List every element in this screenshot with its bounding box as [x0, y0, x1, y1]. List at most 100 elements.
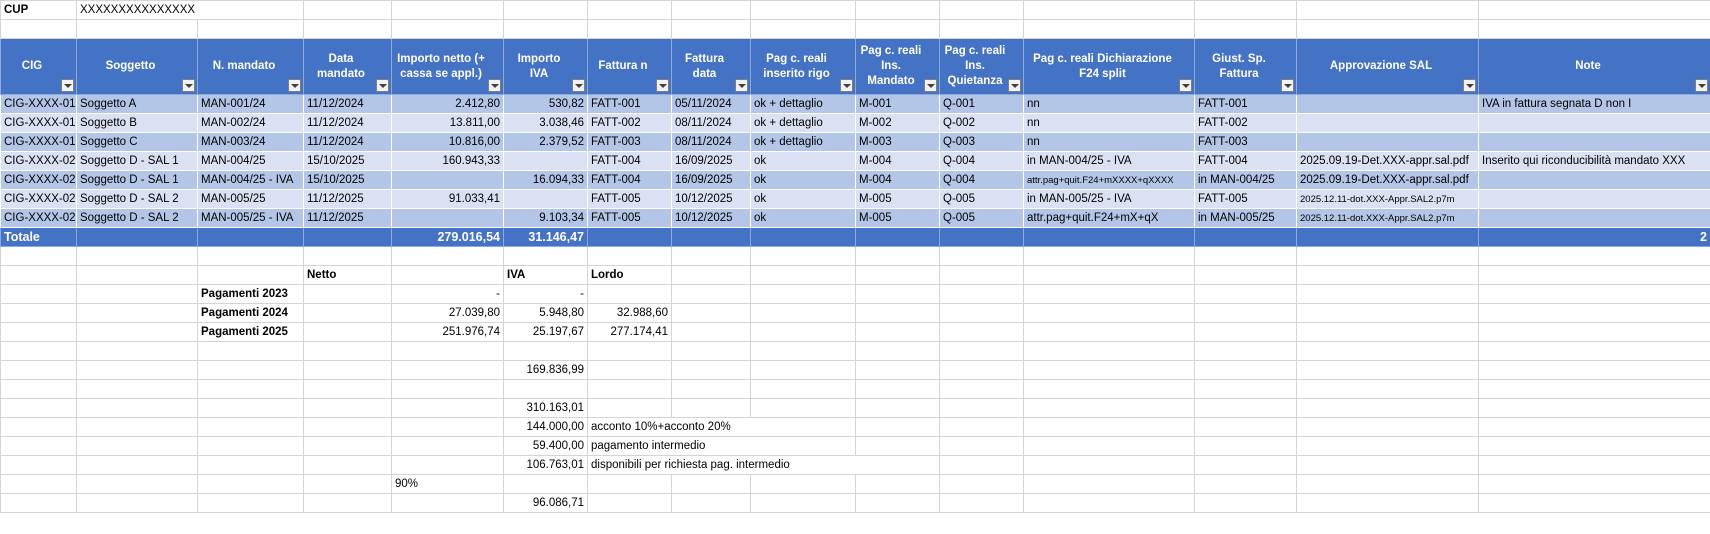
cell-netto[interactable] [391, 170, 504, 190]
cell-fattura[interactable]: FATT-004 [587, 170, 672, 190]
calc-text-5[interactable]: disponibili per richiesta pag. intermedi… [587, 455, 940, 475]
cell-fattura-data[interactable]: 10/12/2025 [671, 189, 751, 209]
cell-f24[interactable]: in MAN-005/25 - IVA [1023, 189, 1195, 209]
cell-soggetto[interactable]: Soggetto D - SAL 1 [76, 170, 198, 190]
header-importo-netto[interactable]: Importo netto (+ cassa se appl.) [391, 38, 504, 95]
cell-f24[interactable]: attr.pag+quit.F24+mXXXX+qXXXX [1023, 170, 1195, 190]
cell-giust[interactable]: FATT-003 [1194, 132, 1297, 152]
header-note[interactable]: Note [1478, 38, 1710, 95]
cell-iva[interactable]: 530,82 [503, 94, 588, 114]
calc-value-6[interactable]: 96.086,71 [503, 493, 588, 513]
cell-sal[interactable]: 2025.12.11-dot.XXX-Appr.SAL2.p7m [1296, 189, 1479, 209]
cell-giust[interactable]: FATT-005 [1194, 189, 1297, 209]
cell-fattura-data[interactable]: 08/11/2024 [671, 132, 751, 152]
header-soggetto[interactable]: Soggetto [76, 38, 198, 95]
filter-dropdown-icon[interactable] [182, 79, 195, 92]
cell-f24[interactable]: nn [1023, 94, 1195, 114]
summary-header-lordo[interactable]: Lordo [587, 265, 672, 285]
cell-note[interactable] [1478, 170, 1710, 190]
cell-cig[interactable]: CIG-XXXX-02 [0, 208, 77, 228]
cell-note[interactable]: IVA in fattura segnata D non I [1478, 94, 1710, 114]
cell-ins-mandato[interactable]: M-004 [855, 151, 940, 171]
cell-ins-quietanza[interactable]: Q-001 [939, 94, 1024, 114]
summary-lordo-2025[interactable]: 277.174,41 [587, 322, 672, 342]
filter-dropdown-icon[interactable] [656, 79, 669, 92]
cell-data[interactable]: 11/12/2024 [303, 113, 392, 133]
cup-value[interactable]: XXXXXXXXXXXXXXX [76, 0, 304, 20]
filter-dropdown-icon[interactable] [1179, 79, 1192, 92]
cell-mandato[interactable]: MAN-002/24 [197, 113, 304, 133]
totals-netto[interactable]: 279.016,54 [391, 227, 504, 247]
cell-netto[interactable]: 160.943,33 [391, 151, 504, 171]
cell-fattura[interactable]: FATT-001 [587, 94, 672, 114]
summary-label-2024[interactable]: Pagamenti 2024 [197, 303, 304, 323]
cell-fattura[interactable]: FATT-005 [587, 208, 672, 228]
summary-iva-2023[interactable]: - [503, 284, 588, 304]
cell-netto[interactable]: 2.412,80 [391, 94, 504, 114]
cell-cig[interactable]: CIG-XXXX-02 [0, 170, 77, 190]
filter-dropdown-icon[interactable] [924, 79, 937, 92]
cell-soggetto[interactable]: Soggetto C [76, 132, 198, 152]
cell-ins-mandato[interactable]: M-002 [855, 113, 940, 133]
cell-rigo[interactable]: ok [750, 170, 856, 190]
calc-text-4[interactable]: pagamento intermedio [587, 436, 856, 456]
cell-cig[interactable]: CIG-XXXX-02 [0, 189, 77, 209]
cell-fattura-data[interactable]: 08/11/2024 [671, 113, 751, 133]
filter-dropdown-icon[interactable] [840, 79, 853, 92]
cell-giust[interactable]: FATT-004 [1194, 151, 1297, 171]
cell-cig[interactable]: CIG-XXXX-01 [0, 94, 77, 114]
cell-mandato[interactable]: MAN-004/25 - IVA [197, 170, 304, 190]
cell-note[interactable] [1478, 208, 1710, 228]
cell-iva[interactable] [503, 151, 588, 171]
cell-mandato[interactable]: MAN-001/24 [197, 94, 304, 114]
calc-value-4[interactable]: 59.400,00 [503, 436, 588, 456]
cell-iva[interactable]: 16.094,33 [503, 170, 588, 190]
cell-ins-mandato[interactable]: M-003 [855, 132, 940, 152]
cell-rigo[interactable]: ok + dettaglio [750, 94, 856, 114]
header-fattura-data[interactable]: Fattura data [671, 38, 751, 95]
cell-sal[interactable] [1296, 132, 1479, 152]
cell-netto[interactable] [391, 208, 504, 228]
cell-fattura-data[interactable]: 10/12/2025 [671, 208, 751, 228]
header-pag-mandato[interactable]: Pag c. reali Ins. Mandato [855, 38, 940, 95]
cell-f24[interactable]: attr.pag+quit.F24+mX+qX [1023, 208, 1195, 228]
cell-ins-quietanza[interactable]: Q-005 [939, 189, 1024, 209]
cell-rigo[interactable]: ok [750, 189, 856, 209]
filter-dropdown-icon[interactable] [1281, 79, 1294, 92]
calc-percent[interactable]: 90% [391, 474, 504, 494]
cell-cig[interactable]: CIG-XXXX-02 [0, 151, 77, 171]
cell-ins-mandato[interactable]: M-001 [855, 94, 940, 114]
worksheet-grid[interactable]: CUP XXXXXXXXXXXXXXX CIG Soggetto N. mand… [0, 0, 1710, 513]
summary-netto-2023[interactable]: - [391, 284, 504, 304]
calc-text-3[interactable]: acconto 10%+acconto 20% [587, 417, 856, 437]
cell-rigo[interactable]: ok [750, 208, 856, 228]
cell-data[interactable]: 11/12/2024 [303, 94, 392, 114]
cell-note[interactable]: Inserito qui riconducibilità mandato XXX [1478, 151, 1710, 171]
cell-giust[interactable]: in MAN-005/25 [1194, 208, 1297, 228]
cell-fattura[interactable]: FATT-005 [587, 189, 672, 209]
cell-netto[interactable]: 13.811,00 [391, 113, 504, 133]
totals-note[interactable]: 2 [1478, 227, 1710, 247]
cell-f24[interactable]: nn [1023, 113, 1195, 133]
filter-dropdown-icon[interactable] [1463, 79, 1476, 92]
cell-mandato[interactable]: MAN-005/25 [197, 189, 304, 209]
cell-sal[interactable]: 2025.09.19-Det.XXX-appr.sal.pdf [1296, 151, 1479, 171]
summary-lordo-2023[interactable] [587, 284, 672, 304]
summary-netto-2025[interactable]: 251.976,74 [391, 322, 504, 342]
cell-rigo[interactable]: ok + dettaglio [750, 132, 856, 152]
cell-giust[interactable]: FATT-001 [1194, 94, 1297, 114]
cell-netto[interactable]: 10.816,00 [391, 132, 504, 152]
cell-mandato[interactable]: MAN-003/24 [197, 132, 304, 152]
cell-soggetto[interactable]: Soggetto D - SAL 2 [76, 208, 198, 228]
summary-header-netto[interactable]: Netto [303, 265, 392, 285]
cell-fattura[interactable]: FATT-004 [587, 151, 672, 171]
cup-label[interactable]: CUP [0, 0, 77, 20]
cell-ins-quietanza[interactable]: Q-005 [939, 208, 1024, 228]
cell-data[interactable]: 15/10/2025 [303, 170, 392, 190]
cell-note[interactable] [1478, 189, 1710, 209]
filter-dropdown-icon[interactable] [735, 79, 748, 92]
cell-rigo[interactable]: ok + dettaglio [750, 113, 856, 133]
cell-ins-mandato[interactable]: M-004 [855, 170, 940, 190]
summary-header-iva[interactable]: IVA [503, 265, 588, 285]
cell-fattura[interactable]: FATT-002 [587, 113, 672, 133]
